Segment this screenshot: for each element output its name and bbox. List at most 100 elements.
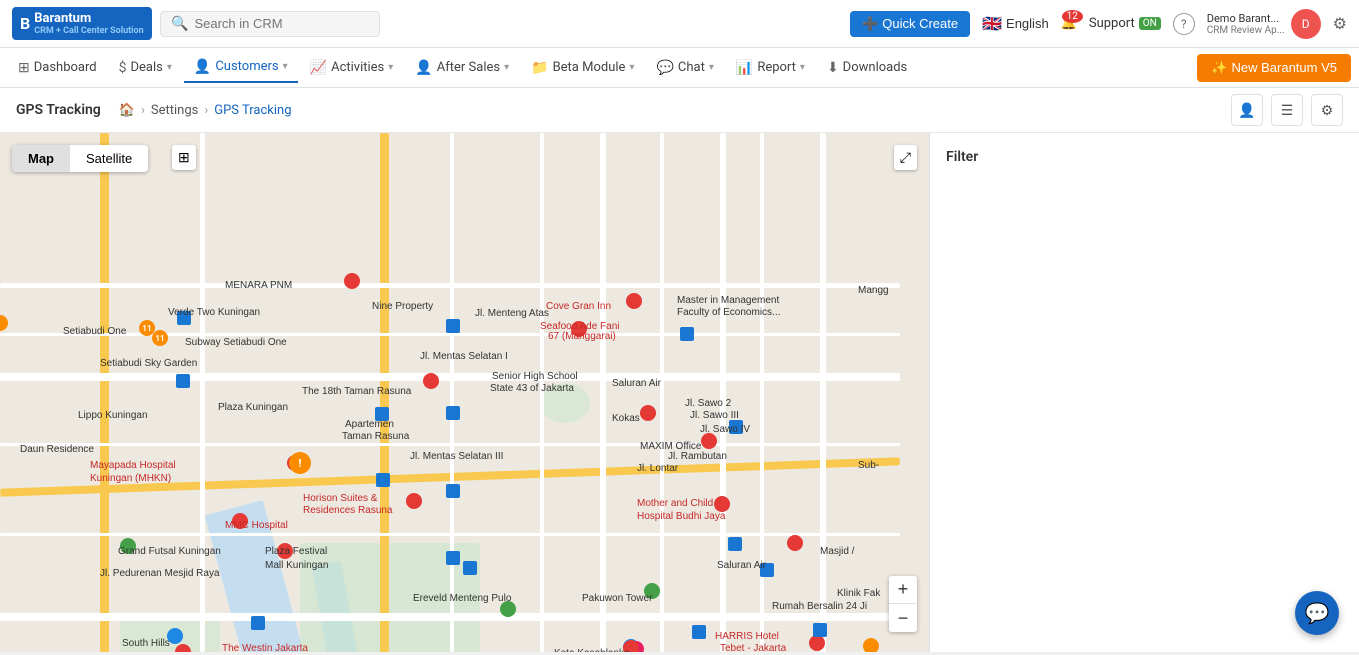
map-label-16: Plaza Kuningan bbox=[218, 402, 288, 413]
sidebar-item-beta-module[interactable]: 📁 Beta Module ▾ bbox=[521, 54, 644, 82]
nav-items: ⊞ Dashboard $ Deals ▾👤 Customers ▾📈 Acti… bbox=[8, 53, 917, 83]
map-pin[interactable] bbox=[277, 543, 293, 559]
help-button[interactable]: ? bbox=[1173, 13, 1195, 35]
map-pin[interactable] bbox=[232, 513, 248, 529]
nav-label-7: Report bbox=[757, 60, 796, 75]
help-icon: ? bbox=[1181, 17, 1187, 31]
map-marker[interactable] bbox=[446, 551, 460, 565]
top-nav-right: ➕ Quick Create 🇬🇧 English 🔔 12 Support O… bbox=[850, 9, 1347, 39]
nav-label-5: Beta Module bbox=[553, 60, 626, 75]
map-marker[interactable] bbox=[446, 484, 460, 498]
map-marker[interactable] bbox=[692, 625, 706, 639]
page-title: GPS Tracking bbox=[16, 102, 101, 118]
map-pin[interactable] bbox=[626, 293, 642, 309]
breadcrumb-list-icon-button[interactable]: ☰ bbox=[1271, 94, 1303, 126]
map-pin[interactable] bbox=[0, 315, 8, 331]
map-label-27: Jl. Rambutan bbox=[668, 451, 727, 462]
logo-name: Barantum bbox=[34, 11, 91, 26]
logo[interactable]: B Barantum CRM + Call Center Solution bbox=[12, 7, 152, 40]
logo-sub: CRM + Call Center Solution bbox=[34, 26, 143, 36]
sidebar-item-activities[interactable]: 📈 Activities ▾ bbox=[300, 54, 404, 82]
chevron-icon-3: ▾ bbox=[388, 62, 393, 73]
sidebar-item-report[interactable]: 📊 Report ▾ bbox=[726, 54, 815, 82]
nav-label-6: Chat bbox=[678, 60, 705, 75]
map-pin[interactable]: 11 bbox=[152, 330, 168, 346]
search-icon: 🔍 bbox=[171, 16, 188, 32]
new-barantum-button[interactable]: ✨ New Barantum V5 bbox=[1197, 54, 1351, 82]
map-pin[interactable]: ! bbox=[289, 452, 311, 474]
map-marker[interactable] bbox=[728, 537, 742, 551]
map-pin[interactable] bbox=[571, 321, 587, 337]
breadcrumb-user-icon-button[interactable]: 👤 bbox=[1231, 94, 1263, 126]
sidebar-item-deals[interactable]: $ Deals ▾ bbox=[109, 54, 182, 82]
sidebar-item-customers[interactable]: 👤 Customers ▾ bbox=[184, 53, 298, 83]
map-marker[interactable] bbox=[760, 563, 774, 577]
search-input[interactable] bbox=[194, 16, 369, 31]
map-pin[interactable] bbox=[809, 635, 825, 651]
map-pin[interactable] bbox=[787, 535, 803, 551]
map-label-18: Lippo Kuningan bbox=[78, 410, 148, 421]
sidebar-item-downloads[interactable]: ⬇ Downloads bbox=[817, 54, 917, 82]
map-marker[interactable] bbox=[446, 406, 460, 420]
user-info: Demo Barant... CRM Review Ap... bbox=[1207, 12, 1285, 36]
map-expand-button[interactable]: ⤢ bbox=[894, 145, 917, 170]
sidebar-item-after-sales[interactable]: 👤 After Sales ▾ bbox=[405, 54, 519, 82]
breadcrumb-settings[interactable]: Settings bbox=[151, 103, 198, 118]
chat-fab-button[interactable]: 💬 bbox=[1295, 591, 1339, 635]
logo-text-area: Barantum CRM + Call Center Solution bbox=[34, 11, 143, 36]
map-pin[interactable] bbox=[500, 601, 516, 617]
map-pin[interactable] bbox=[714, 496, 730, 512]
sidebar-item-dashboard[interactable]: ⊞ Dashboard bbox=[8, 54, 107, 82]
secondary-nav: ⊞ Dashboard $ Deals ▾👤 Customers ▾📈 Acti… bbox=[0, 48, 1359, 88]
map-pin[interactable] bbox=[406, 493, 422, 509]
map-marker[interactable] bbox=[376, 473, 390, 487]
settings-icon[interactable]: ⚙ bbox=[1333, 14, 1347, 33]
map-layers-button[interactable]: ⊞ bbox=[172, 145, 196, 170]
map-pin[interactable] bbox=[863, 638, 879, 652]
map-pin[interactable] bbox=[344, 273, 360, 289]
map-marker[interactable] bbox=[813, 623, 827, 637]
chat-fab-icon: 💬 bbox=[1305, 601, 1330, 625]
top-nav: B Barantum CRM + Call Center Solution 🔍 … bbox=[0, 0, 1359, 48]
map-pin[interactable] bbox=[644, 583, 660, 599]
map-pin[interactable] bbox=[640, 405, 656, 421]
map-marker[interactable] bbox=[177, 311, 191, 325]
map-label-50: Pakuwon Tower bbox=[582, 593, 652, 604]
map-pin[interactable] bbox=[701, 433, 717, 449]
nav-icon-4: 👤 bbox=[415, 60, 432, 76]
map-label-33: Horison Suites & bbox=[303, 493, 377, 504]
map-marker[interactable] bbox=[463, 561, 477, 575]
map-pin[interactable] bbox=[423, 373, 439, 389]
breadcrumb-settings-icon-button[interactable]: ⚙ bbox=[1311, 94, 1343, 126]
notification-button[interactable]: 🔔 12 bbox=[1061, 16, 1077, 31]
nav-icon-2: 👤 bbox=[194, 59, 211, 75]
satellite-button[interactable]: Satellite bbox=[70, 145, 148, 172]
map-pin[interactable] bbox=[120, 538, 136, 554]
map-marker[interactable] bbox=[375, 407, 389, 421]
sidebar-item-chat[interactable]: 💬 Chat ▾ bbox=[646, 54, 723, 82]
map-pin[interactable] bbox=[167, 628, 183, 644]
language-button[interactable]: 🇬🇧 English bbox=[982, 14, 1049, 34]
map-marker[interactable] bbox=[729, 420, 743, 434]
user-area[interactable]: Demo Barant... CRM Review Ap... D bbox=[1207, 9, 1321, 39]
zoom-in-button[interactable]: + bbox=[889, 576, 917, 604]
nav-label-3: Activities bbox=[331, 60, 384, 75]
quick-create-button[interactable]: ➕ Quick Create bbox=[850, 11, 970, 37]
map-label-9: Setiabudi Sky Garden bbox=[100, 358, 197, 369]
user-sub: CRM Review Ap... bbox=[1207, 25, 1285, 36]
map-zoom-controls: + − bbox=[889, 576, 917, 632]
user-name: Demo Barant... bbox=[1207, 12, 1285, 25]
home-icon[interactable]: 🏠 bbox=[119, 103, 135, 118]
search-box[interactable]: 🔍 bbox=[160, 11, 380, 37]
zoom-out-button[interactable]: − bbox=[889, 604, 917, 632]
map-label-12: Jl. Mentas Selatan I bbox=[420, 351, 508, 362]
map-pin[interactable] bbox=[623, 640, 639, 652]
map-marker[interactable] bbox=[176, 374, 190, 388]
map-button[interactable]: Map bbox=[12, 145, 70, 172]
map-marker[interactable] bbox=[446, 319, 460, 333]
map-marker[interactable] bbox=[251, 616, 265, 630]
chevron-icon-4: ▾ bbox=[504, 62, 509, 73]
chevron-icon-7: ▾ bbox=[800, 62, 805, 73]
map-container[interactable]: 11 11 ! bbox=[0, 133, 929, 652]
map-marker[interactable] bbox=[680, 327, 694, 341]
